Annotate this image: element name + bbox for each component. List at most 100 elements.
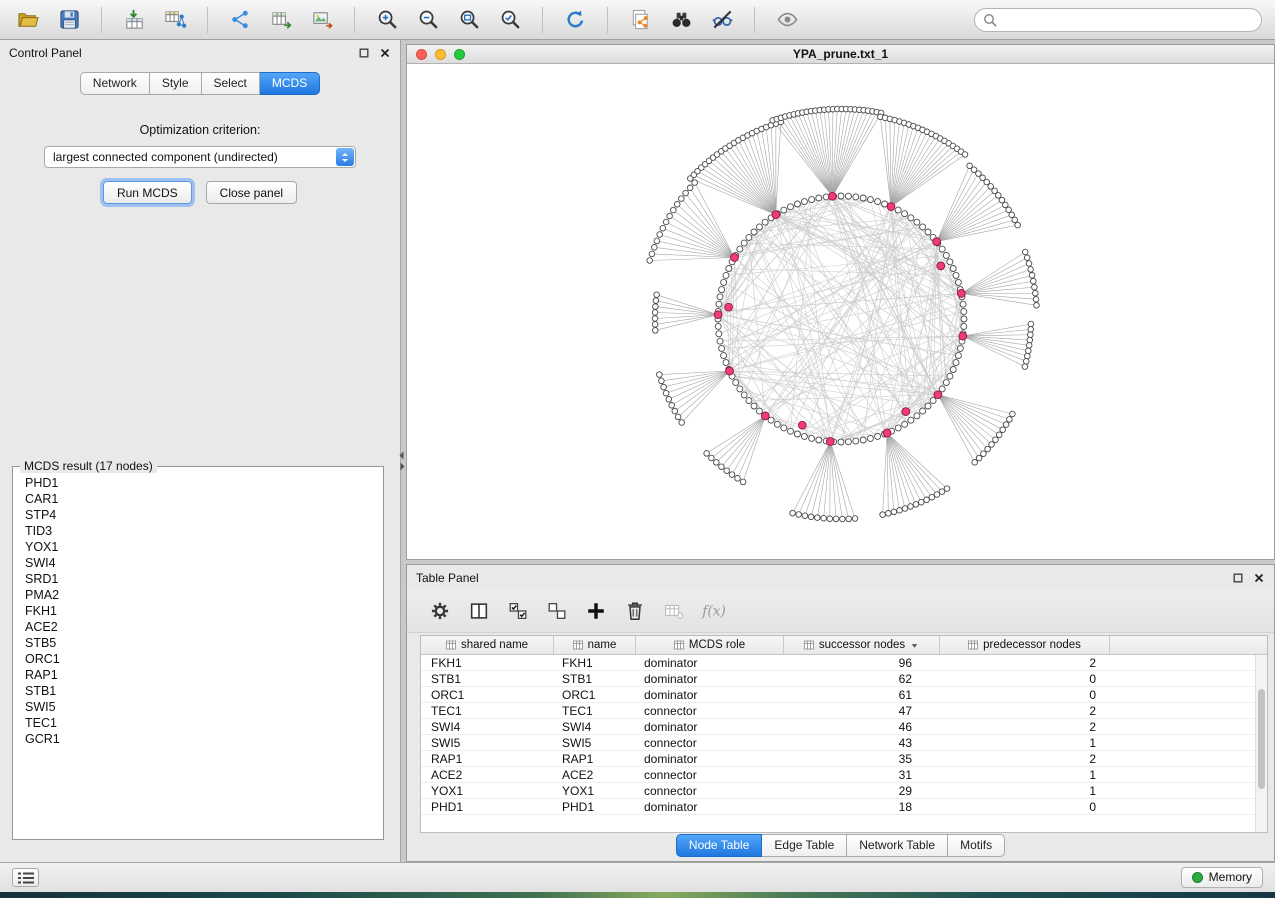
export-table-icon[interactable] [263, 5, 299, 35]
tab-node-table[interactable]: Node Table [676, 834, 763, 857]
cell-mcds-role: dominator [636, 752, 784, 766]
scrollbar-thumb[interactable] [1258, 689, 1265, 789]
search-input[interactable] [974, 8, 1262, 32]
table-row[interactable]: ACE2ACE2connector311 [421, 767, 1267, 783]
table-toolbar: f(x) [407, 589, 1274, 633]
toolbar-icon-groups [10, 5, 805, 35]
open-folder-icon[interactable] [10, 5, 46, 35]
mcds-result-item[interactable]: STB1 [15, 683, 381, 699]
table-row[interactable]: ORC1ORC1dominator610 [421, 687, 1267, 703]
deselect-all-icon[interactable] [544, 598, 570, 624]
select-all-icon[interactable] [505, 598, 531, 624]
cell-name: TEC1 [554, 704, 636, 718]
close-panel-icon[interactable] [379, 47, 391, 59]
network-graph-canvas[interactable] [407, 64, 1274, 559]
toolbar-separator [542, 7, 543, 33]
glasses-slash-icon[interactable] [704, 5, 740, 35]
grid-disabled-icon [661, 598, 687, 624]
table-panel: Table Panel f(x) shared namenameMCDS rol… [406, 564, 1275, 862]
refresh-icon[interactable] [557, 5, 593, 35]
table-row[interactable]: TEC1TEC1connector472 [421, 703, 1267, 719]
column-header-shared-name[interactable]: shared name [421, 636, 554, 654]
table-scrollbar[interactable] [1255, 655, 1267, 832]
run-mcds-button[interactable]: Run MCDS [103, 181, 192, 204]
close-panel-button[interactable]: Close panel [206, 181, 297, 204]
mcds-result-item[interactable]: GCR1 [15, 731, 381, 747]
tab-network-table[interactable]: Network Table [847, 834, 948, 857]
traffic-lights [416, 49, 465, 60]
table-panel-title: Table Panel [416, 571, 479, 585]
mcds-result-item[interactable]: CAR1 [15, 491, 381, 507]
mcds-result-item[interactable]: ACE2 [15, 619, 381, 635]
optimization-criterion-select[interactable]: largest connected component (undirected) [44, 146, 356, 168]
mcds-result-item[interactable]: TID3 [15, 523, 381, 539]
network-window-titlebar[interactable]: YPA_prune.txt_1 [407, 45, 1274, 64]
maximize-traffic-light[interactable] [454, 49, 465, 60]
import-table-icon[interactable] [116, 5, 152, 35]
gear-icon[interactable] [427, 598, 453, 624]
memory-button[interactable]: Memory [1181, 867, 1263, 888]
eye-icon[interactable] [769, 5, 805, 35]
cell-shared-name: PHD1 [421, 800, 554, 814]
tab-select[interactable]: Select [202, 72, 260, 95]
tab-style[interactable]: Style [150, 72, 202, 95]
column-header-successor-nodes[interactable]: successor nodes [784, 636, 940, 654]
table-row[interactable]: YOX1YOX1connector291 [421, 783, 1267, 799]
zoom-in-icon[interactable] [369, 5, 405, 35]
column-header-name[interactable]: name [554, 636, 636, 654]
mcds-result-item[interactable]: PHD1 [15, 475, 381, 491]
task-history-icon[interactable] [12, 868, 39, 887]
cell-successor-nodes: 96 [784, 656, 940, 670]
table-row[interactable]: SWI4SWI4dominator462 [421, 719, 1267, 735]
table-row[interactable]: FKH1FKH1dominator962 [421, 655, 1267, 671]
mcds-result-item[interactable]: TEC1 [15, 715, 381, 731]
close-traffic-light[interactable] [416, 49, 427, 60]
columns-icon[interactable] [466, 598, 492, 624]
mcds-result-item[interactable]: FKH1 [15, 603, 381, 619]
mcds-result-item[interactable]: STB5 [15, 635, 381, 651]
table-row[interactable]: RAP1RAP1dominator352 [421, 751, 1267, 767]
mcds-result-item[interactable]: PMA2 [15, 587, 381, 603]
cell-name: SWI4 [554, 720, 636, 734]
mcds-result-list: PHD1CAR1STP4TID3YOX1SWI4SRD1PMA2FKH1ACE2… [15, 475, 381, 837]
column-header-predecessor-nodes[interactable]: predecessor nodes [940, 636, 1110, 654]
mcds-result-item[interactable]: STP4 [15, 507, 381, 523]
float-panel-icon[interactable] [358, 47, 370, 59]
mcds-result-item[interactable]: YOX1 [15, 539, 381, 555]
zoom-selected-icon[interactable] [492, 5, 528, 35]
table-row[interactable]: SWI5SWI5connector431 [421, 735, 1267, 751]
zoom-fit-icon[interactable] [451, 5, 487, 35]
table-row[interactable]: PHD1PHD1dominator180 [421, 799, 1267, 815]
cell-shared-name: YOX1 [421, 784, 554, 798]
export-image-icon[interactable] [304, 5, 340, 35]
tab-edge-table[interactable]: Edge Table [762, 834, 847, 857]
table-body: FKH1FKH1dominator962STB1STB1dominator620… [421, 655, 1267, 815]
export-network-icon[interactable] [222, 5, 258, 35]
mcds-result-item[interactable]: SWI5 [15, 699, 381, 715]
close-table-panel-icon[interactable] [1253, 572, 1265, 584]
copy-annotations-icon[interactable] [622, 5, 658, 35]
minimize-traffic-light[interactable] [435, 49, 446, 60]
cell-predecessor-nodes: 2 [940, 720, 1110, 734]
tab-network[interactable]: Network [80, 72, 150, 95]
mcds-result-item[interactable]: SRD1 [15, 571, 381, 587]
save-floppy-icon[interactable] [51, 5, 87, 35]
tab-mcds[interactable]: MCDS [260, 72, 320, 95]
network-window: YPA_prune.txt_1 [406, 44, 1275, 560]
cell-successor-nodes: 62 [784, 672, 940, 686]
float-table-panel-icon[interactable] [1232, 572, 1244, 584]
import-network-table-icon[interactable] [157, 5, 193, 35]
mcds-result-item[interactable]: RAP1 [15, 667, 381, 683]
delete-row-icon[interactable] [622, 598, 648, 624]
tab-motifs[interactable]: Motifs [948, 834, 1005, 857]
binoculars-icon[interactable] [663, 5, 699, 35]
table-row[interactable]: STB1STB1dominator620 [421, 671, 1267, 687]
control-panel-tabs: NetworkStyleSelectMCDS [0, 72, 400, 95]
mcds-result-item[interactable]: SWI4 [15, 555, 381, 571]
add-row-icon[interactable] [583, 598, 609, 624]
cell-name: PHD1 [554, 800, 636, 814]
zoom-out-icon[interactable] [410, 5, 446, 35]
mcds-result-item[interactable]: ORC1 [15, 651, 381, 667]
column-header-filler [1110, 636, 1267, 654]
column-header-mcds-role[interactable]: MCDS role [636, 636, 784, 654]
